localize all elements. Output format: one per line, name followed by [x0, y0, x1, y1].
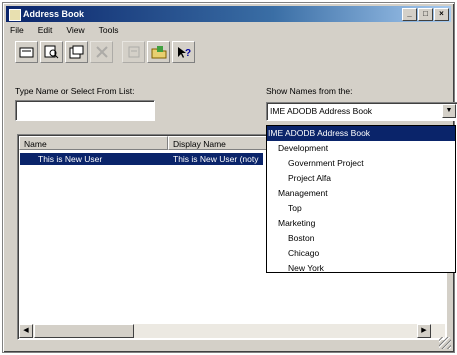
delete-icon [95, 46, 108, 58]
resize-grip-icon[interactable] [439, 337, 451, 349]
help-icon: ? [177, 47, 191, 59]
search-input[interactable] [15, 100, 155, 121]
list-item-name: This is New User [20, 153, 169, 165]
horizontal-scrollbar[interactable]: ◀ ▶ [19, 324, 445, 338]
svg-text:?: ? [185, 48, 191, 59]
dropdown-option[interactable]: Boston [267, 231, 455, 246]
address-book-window: Address Book _ □ × File Edit View Tools [2, 2, 457, 353]
scroll-left-icon[interactable]: ◀ [19, 324, 33, 338]
window-title: Address Book [23, 9, 85, 19]
help-button[interactable]: ? [172, 41, 195, 63]
scroll-thumb[interactable] [34, 324, 134, 338]
open-folder-icon [151, 46, 166, 59]
new-entry-button[interactable] [15, 41, 38, 63]
menu-tools[interactable]: Tools [97, 24, 121, 38]
list-item[interactable]: This is New User This is New User (noty [20, 153, 263, 165]
dropdown-option[interactable]: Project Alfa [267, 171, 455, 186]
chevron-down-icon[interactable]: ▼ [442, 104, 456, 118]
title-bar[interactable]: Address Book _ □ × [6, 6, 451, 22]
new-group-icon [128, 46, 139, 58]
toolbar: ? [15, 40, 195, 64]
dropdown-option[interactable]: Top [267, 201, 455, 216]
minimize-button[interactable]: _ [402, 8, 417, 21]
properties-button[interactable] [65, 41, 88, 63]
dropdown-option[interactable]: IME ADODB Address Book [267, 126, 455, 141]
address-book-select-value: IME ADODB Address Book [270, 106, 373, 116]
search-label: Type Name or Select From List: [15, 86, 135, 96]
open-folder-button[interactable] [147, 41, 170, 63]
properties-icon [69, 45, 84, 59]
new-entry-icon [19, 47, 34, 57]
column-header-name[interactable]: Name [19, 136, 168, 150]
address-book-dropdown-list[interactable]: IME ADODB Address Book Development Governm… [266, 125, 456, 273]
close-button[interactable]: × [434, 8, 449, 21]
dropdown-option[interactable]: New York [267, 261, 455, 276]
dropdown-option[interactable]: Chicago [267, 246, 455, 261]
maximize-button[interactable]: □ [418, 8, 433, 21]
delete-button[interactable] [90, 41, 113, 63]
find-button[interactable] [40, 41, 63, 63]
menu-bar: File Edit View Tools [8, 24, 120, 38]
menu-view[interactable]: View [64, 24, 86, 38]
list-item-display-name: This is New User (noty [169, 153, 263, 165]
address-book-icon [9, 9, 21, 21]
dropdown-option[interactable]: Government Project [267, 156, 455, 171]
show-names-label: Show Names from the: [266, 86, 353, 96]
menu-edit[interactable]: Edit [36, 24, 55, 38]
dropdown-option[interactable]: Marketing [267, 216, 455, 231]
new-group-button[interactable] [122, 41, 145, 63]
dropdown-option[interactable]: Development [267, 141, 455, 156]
find-icon [44, 45, 59, 59]
scroll-right-icon[interactable]: ▶ [417, 324, 431, 338]
address-book-select[interactable]: IME ADODB Address Book ▼ [266, 102, 457, 121]
dropdown-option[interactable]: Management [267, 186, 455, 201]
menu-file[interactable]: File [8, 24, 26, 38]
